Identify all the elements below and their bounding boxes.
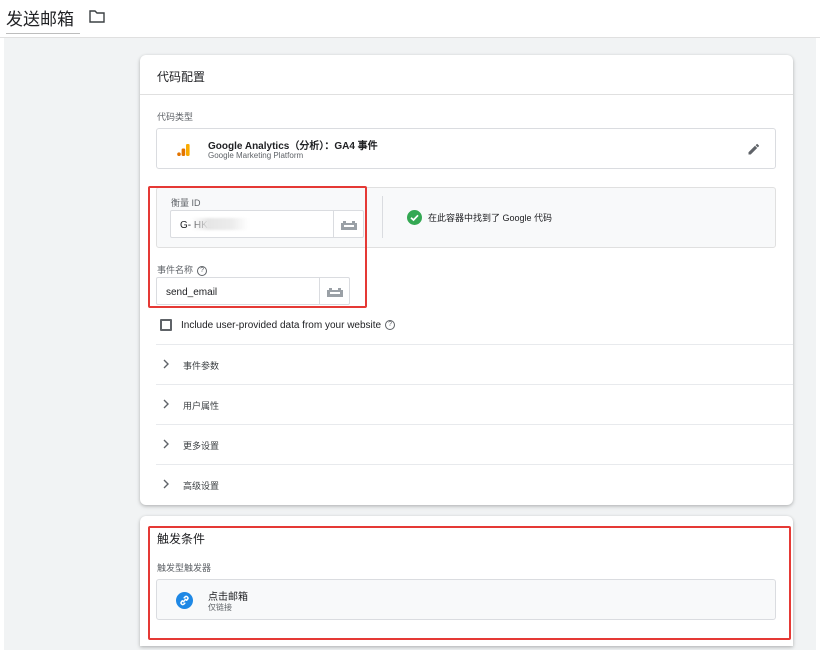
user-provided-data-label: Include user-provided data from your web…: [181, 320, 396, 331]
triggering-title: 触发条件: [157, 532, 206, 546]
tag-configuration-card: 代码配置 代码类型 Google Analytics（分析）：GA4 事件 Go…: [140, 55, 793, 505]
tag-name-field[interactable]: 发送邮箱: [6, 5, 80, 34]
panel-divider: [382, 196, 383, 238]
link-icon: [176, 592, 193, 609]
chevron-right-icon: [163, 479, 169, 489]
event-name-value: send_email: [166, 287, 218, 298]
section-advanced-settings[interactable]: 高级设置: [156, 464, 793, 504]
user-provided-data-label-text: Include user-provided data from your web…: [181, 320, 382, 331]
trigger-item[interactable]: 点击邮箱 仅链接: [156, 579, 776, 620]
pencil-icon[interactable]: [747, 142, 761, 156]
variable-picker-button[interactable]: [319, 278, 349, 304]
workspace: 代码配置 代码类型 Google Analytics（分析）：GA4 事件 Go…: [4, 38, 816, 650]
google-analytics-icon: [177, 144, 190, 156]
event-name-input[interactable]: send_email: [156, 277, 350, 305]
variable-icon: [327, 288, 343, 297]
variable-icon: [341, 221, 357, 230]
triggering-card: 触发条件 触发型触发器 点击邮箱 仅链接: [140, 516, 793, 646]
trigger-type: 仅链接: [208, 603, 232, 612]
tag-type-platform: Google Marketing Platform: [208, 151, 304, 160]
measurement-id-panel: 衡量 ID G- HK1 在此容器中找到了: [156, 187, 776, 248]
measurement-id-label: 衡量 ID: [171, 198, 201, 208]
google-tag-found-message: 在此容器中找到了 Google 代码: [428, 213, 553, 223]
event-name-label-text: 事件名称: [157, 265, 194, 275]
tag-type-label: 代码类型: [157, 112, 194, 122]
tag-type-name: Google Analytics（分析）：GA4 事件: [208, 141, 378, 152]
user-provided-data-checkbox[interactable]: [160, 319, 172, 331]
help-icon[interactable]: ?: [385, 320, 396, 331]
section-label: 高级设置: [183, 481, 220, 491]
top-bar: 发送邮箱: [0, 0, 820, 38]
folder-icon[interactable]: [89, 9, 105, 23]
check-circle-icon: [407, 210, 422, 225]
chevron-right-icon: [163, 439, 169, 449]
firing-triggers-label: 触发型触发器: [157, 563, 212, 573]
section-label: 事件参数: [183, 361, 220, 371]
section-event-parameters[interactable]: 事件参数: [156, 344, 793, 384]
event-name-label: 事件名称?: [157, 263, 208, 276]
trigger-name: 点击邮箱: [208, 592, 248, 603]
section-user-properties[interactable]: 用户属性: [156, 384, 793, 424]
tag-configuration-title: 代码配置: [140, 55, 793, 95]
tag-type-selector[interactable]: Google Analytics（分析）：GA4 事件 Google Marke…: [156, 128, 776, 169]
section-more-settings[interactable]: 更多设置: [156, 424, 793, 464]
help-icon[interactable]: ?: [197, 265, 208, 276]
section-label: 用户属性: [183, 401, 220, 411]
section-label: 更多设置: [183, 441, 220, 451]
measurement-id-input[interactable]: G- HK1: [170, 210, 364, 238]
redaction-blur: [191, 218, 249, 230]
variable-picker-button[interactable]: [333, 211, 363, 237]
chevron-right-icon: [163, 399, 169, 409]
chevron-right-icon: [163, 359, 169, 369]
